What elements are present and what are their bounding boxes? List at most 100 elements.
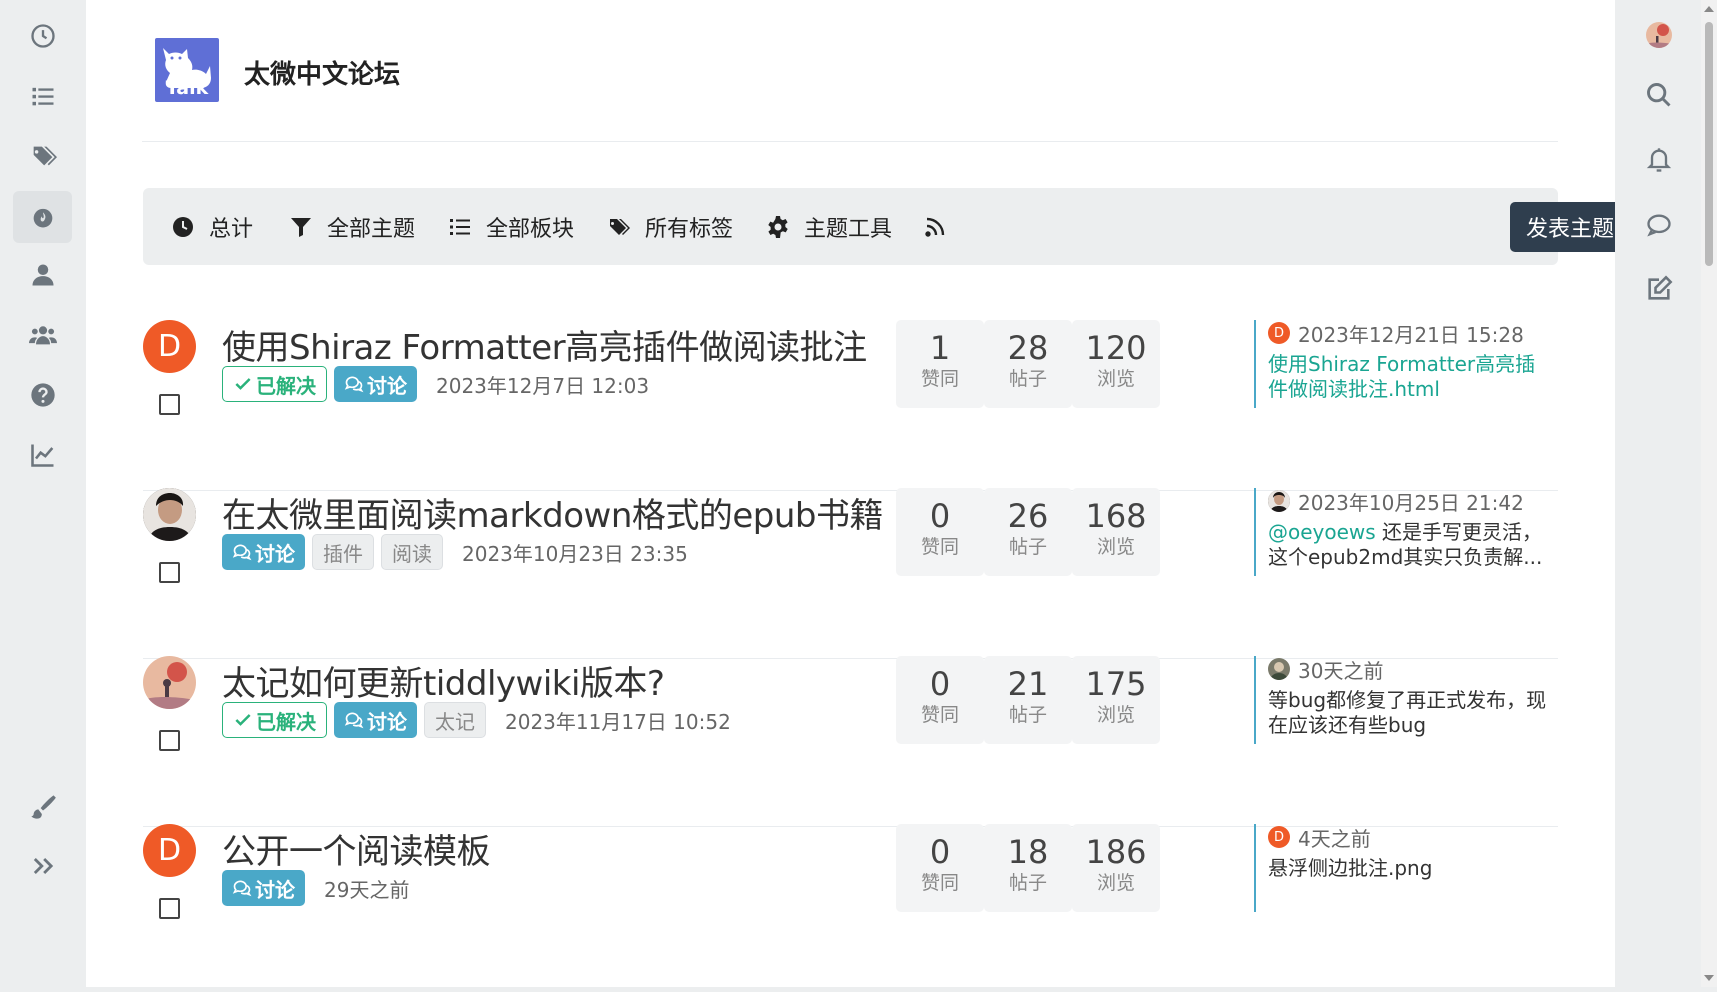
search-icon[interactable] [1643,79,1675,111]
comments-icon [232,880,252,897]
tag-badge[interactable]: 插件 [312,534,374,570]
select-checkbox[interactable] [159,562,180,583]
views-label: 浏览 [1096,704,1135,726]
toolbar-all-topics[interactable]: 全部主题 [289,210,415,244]
select-checkbox[interactable] [159,394,180,415]
topic-meta: 讨论 插件 阅读 2023年10月23日 23:35 [222,534,688,570]
bell-icon[interactable] [1643,144,1675,176]
scrollbar[interactable] [1701,0,1717,987]
views-stat: 168 浏览 [1072,488,1160,576]
likes-label: 赞同 [920,368,959,390]
likes-count: 0 [929,665,951,703]
discussion-badge[interactable]: 讨论 [222,870,305,906]
last-post-excerpt: 悬浮侧边批注.png [1268,856,1433,880]
likes-stat: 0 赞同 [896,824,984,912]
clock-icon[interactable] [13,10,72,62]
check-icon [235,378,251,390]
solved-badge[interactable]: 已解决 [222,366,327,402]
toolbar-all-categories[interactable]: 全部板块 [448,210,574,244]
solved-badge[interactable]: 已解决 [222,702,327,738]
last-post-time[interactable]: 30天之前 [1298,655,1383,684]
avatar[interactable] [143,656,196,709]
last-post-avatar[interactable] [1268,658,1290,680]
topic-title[interactable]: 在太微里面阅读markdown格式的epub书籍 [222,488,884,537]
toolbar-all-topics-label: 全部主题 [327,217,416,242]
toolbar-all-categories-label: 全部板块 [486,217,575,242]
topic-title[interactable]: 太记如何更新tiddlywiki版本? [222,656,665,705]
chart-icon[interactable] [13,429,72,481]
list-icon[interactable] [13,70,72,122]
topic-row[interactable]: D 使用Shiraz Formatter高亮插件做阅读批注 已解决 讨论 202… [143,320,1558,491]
avatar[interactable]: D [143,320,196,373]
scrollbar-thumb[interactable] [1705,22,1713,266]
new-topic-button[interactable]: 发表主题 [1510,202,1630,252]
last-post-avatar[interactable]: D [1268,826,1290,848]
comments-icon [344,376,364,393]
last-post-avatar[interactable]: D [1268,322,1290,344]
last-post[interactable]: D 4天之前 悬浮侧边批注.png [1254,824,1554,912]
help-icon[interactable] [13,369,72,421]
views-count: 120 [1085,329,1147,367]
brush-icon[interactable] [13,781,72,833]
views-label: 浏览 [1096,536,1135,558]
discussion-label: 讨论 [255,877,295,902]
views-label: 浏览 [1096,872,1135,894]
views-stat: 120 浏览 [1072,320,1160,408]
topic-meta: 已解决 讨论 2023年12月7日 12:03 [222,366,649,402]
site-logo[interactable]: Talk [155,38,219,102]
avatar[interactable]: D [143,824,196,877]
select-checkbox[interactable] [159,730,180,751]
likes-label: 赞同 [920,536,959,558]
discussion-badge[interactable]: 讨论 [334,366,417,402]
discussion-label: 讨论 [367,709,407,734]
topic-row[interactable]: 太记如何更新tiddlywiki版本? 已解决 讨论 太记 2023年11月17… [143,656,1558,827]
topic-row[interactable]: 在太微里面阅读markdown格式的epub书籍 讨论 插件 阅读 2023年1… [143,488,1558,659]
user-icon[interactable] [13,249,72,301]
topic-title[interactable]: 使用Shiraz Formatter高亮插件做阅读批注 [222,320,867,369]
last-post[interactable]: D 2023年12月21日 15:28 使用Shiraz Formatter高亮插… [1254,320,1554,408]
user-avatar[interactable] [1643,19,1675,51]
toolbar-summary[interactable]: 总计 [171,210,253,244]
discussion-badge[interactable]: 讨论 [334,702,417,738]
mention-link[interactable]: @oeyoews [1268,520,1376,544]
last-post-excerpt: 等bug都修复了再正式发布，现在应该还有些bug [1268,688,1547,737]
double-chevron-icon[interactable] [13,840,72,892]
toolbar-topic-tools[interactable]: 主题工具 [766,210,892,244]
toolbar-all-tags[interactable]: 所有标签 [607,210,733,244]
users-icon[interactable] [13,309,72,361]
posts-count: 21 [1007,665,1049,703]
likes-count: 0 [929,497,951,535]
topic-title[interactable]: 公开一个阅读模板 [222,824,491,873]
scroll-down-arrow[interactable] [1704,975,1714,981]
solved-label: 已解决 [256,709,316,734]
last-post-link[interactable]: 使用Shiraz Formatter高亮插件做阅读批注.html [1268,352,1535,401]
tag-badge[interactable]: 太记 [424,702,486,738]
fire-icon[interactable] [13,191,72,243]
site-title[interactable]: 太微中文论坛 [244,54,400,91]
posts-stat: 28 帖子 [984,320,1072,408]
edit-icon[interactable] [1643,273,1675,305]
last-post-time[interactable]: 2023年10月25日 21:42 [1298,487,1524,516]
tag-badge[interactable]: 阅读 [381,534,443,570]
tags-icon[interactable] [13,130,72,182]
likes-label: 赞同 [920,704,959,726]
logo-text: Talk [165,77,209,99]
select-checkbox[interactable] [159,898,180,919]
posts-stat: 21 帖子 [984,656,1072,744]
likes-stat: 0 赞同 [896,656,984,744]
last-post[interactable]: 2023年10月25日 21:42 @oeyoews 还是手写更灵活，这个epu… [1254,488,1554,576]
posts-label: 帖子 [1008,536,1047,558]
scroll-up-arrow[interactable] [1704,6,1714,12]
right-sidebar [1615,0,1701,987]
user-photo [143,656,196,709]
discussion-badge[interactable]: 讨论 [222,534,305,570]
avatar[interactable] [143,488,196,541]
last-post[interactable]: 30天之前 等bug都修复了再正式发布，现在应该还有些bug [1254,656,1554,744]
last-post-time[interactable]: 2023年12月21日 15:28 [1298,319,1524,348]
last-post-avatar[interactable] [1268,490,1290,512]
comments-icon [232,544,252,561]
topic-row[interactable]: D 公开一个阅读模板 讨论 29天之前 0 赞同 18 帖子 186 浏览 D 4天之前… [143,824,1558,992]
rss-icon[interactable] [923,210,961,244]
chat-icon[interactable] [1643,209,1675,241]
last-post-time[interactable]: 4天之前 [1298,823,1371,852]
